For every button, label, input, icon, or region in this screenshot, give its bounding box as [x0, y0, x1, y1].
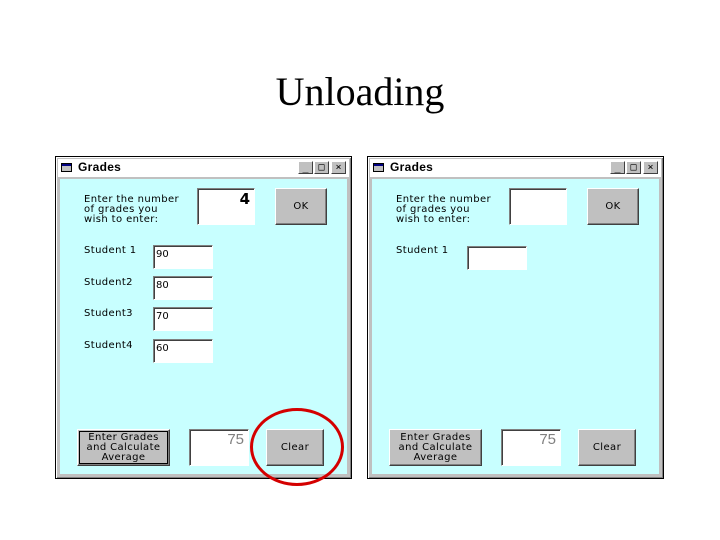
clear-button[interactable]: Clear — [578, 429, 636, 466]
window-title: Grades — [78, 160, 122, 174]
ok-button[interactable]: OK — [587, 188, 639, 225]
student-1-label: Student 1 — [396, 245, 449, 256]
prompt-line-3: wish to enter: — [396, 214, 471, 225]
student-1-input[interactable]: 90 — [153, 245, 213, 269]
calculate-average-button[interactable]: Enter Grades and Calculate Average — [389, 429, 482, 466]
maximize-button[interactable]: □ — [314, 161, 329, 174]
form-client-area: Enter the number of grades you wish to e… — [372, 179, 659, 474]
calc-label-line-3: Average — [413, 452, 458, 463]
student-3-label: Student3 — [84, 308, 133, 319]
grades-window-after: Grades _ □ × Enter the number of grades … — [367, 156, 664, 479]
title-bar[interactable]: Grades _ □ × — [58, 159, 349, 177]
slide-title: Unloading — [275, 69, 445, 114]
student-2-input[interactable]: 80 — [153, 276, 213, 300]
student-4-label: Student4 — [84, 340, 133, 351]
calc-label-line-3: Average — [101, 452, 146, 463]
average-output: 75 — [501, 429, 561, 466]
average-value: 75 — [227, 431, 244, 448]
maximize-button[interactable]: □ — [626, 161, 641, 174]
grade-count-input[interactable]: 4 — [197, 188, 255, 225]
close-button[interactable]: × — [643, 161, 658, 174]
student-2-label: Student2 — [84, 277, 133, 288]
calculate-average-button[interactable]: Enter Grades and Calculate Average — [77, 429, 170, 466]
grade-count-prompt: Enter the number of grades you wish to e… — [396, 195, 496, 225]
form-icon — [61, 163, 72, 172]
form-icon — [373, 163, 384, 172]
grade-count-value: 4 — [239, 190, 250, 208]
average-value: 75 — [539, 431, 556, 448]
student-1-input[interactable] — [467, 246, 527, 270]
title-bar[interactable]: Grades _ □ × — [370, 159, 661, 177]
grade-count-prompt: Enter the number of grades you wish to e… — [84, 195, 184, 225]
student-4-input[interactable]: 60 — [153, 339, 213, 363]
student-1-label: Student 1 — [84, 245, 137, 256]
minimize-button[interactable]: _ — [298, 161, 313, 174]
minimize-button[interactable]: _ — [610, 161, 625, 174]
highlight-ring — [250, 408, 344, 486]
student-3-input[interactable]: 70 — [153, 307, 213, 331]
window-title: Grades — [390, 160, 434, 174]
grade-count-input[interactable] — [509, 188, 567, 225]
prompt-line-3: wish to enter: — [84, 214, 159, 225]
close-button[interactable]: × — [331, 161, 346, 174]
ok-button[interactable]: OK — [275, 188, 327, 225]
average-output: 75 — [189, 429, 249, 466]
